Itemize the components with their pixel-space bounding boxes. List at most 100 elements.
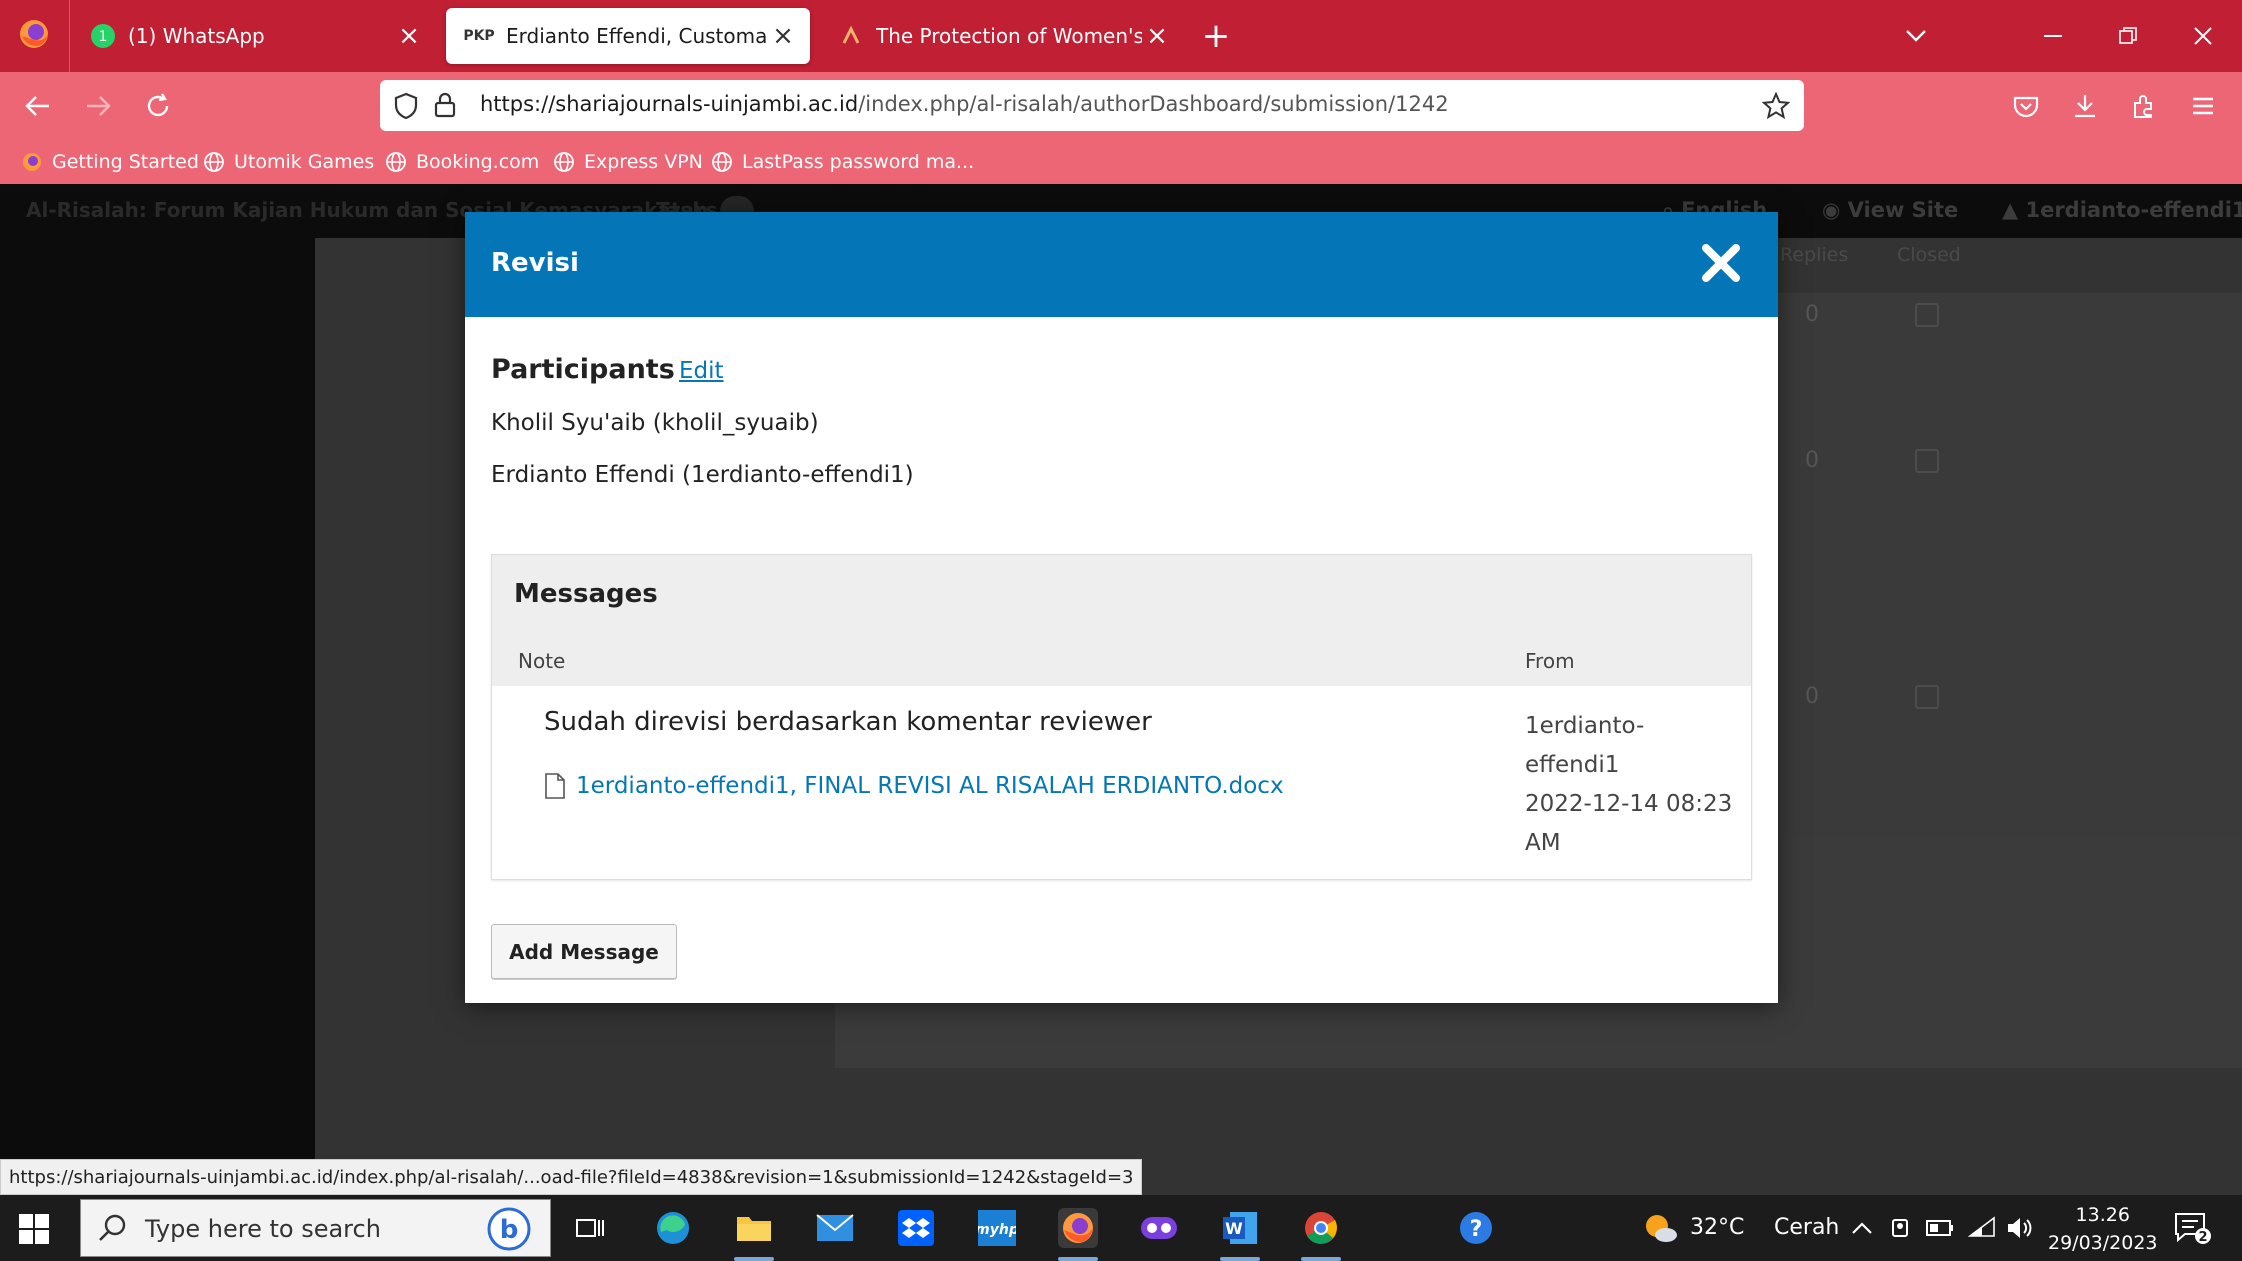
file-explorer-icon[interactable] [734, 1208, 774, 1248]
hp-smart-icon[interactable]: myhp [977, 1208, 1017, 1248]
notification-center-icon[interactable]: 2 [2172, 1208, 2212, 1248]
windows-start-icon[interactable] [18, 1213, 50, 1245]
firefox-taskbar-icon[interactable] [1058, 1208, 1098, 1248]
minimize-icon[interactable] [2030, 14, 2076, 58]
user-menu: ▲ 1erdianto-effendi1 [2002, 198, 2242, 222]
edge-icon[interactable] [653, 1208, 693, 1248]
journal-icon [838, 23, 864, 49]
message-from: 1erdianto- effendi1 2022-12-14 08:23 AM [1525, 707, 1735, 863]
pkp-icon: PKP [463, 28, 495, 44]
link-status-bar: https://shariajournals-uinjambi.ac.id/in… [0, 1159, 1143, 1195]
bookmark-getting-started[interactable]: Getting Started [20, 148, 199, 176]
forward-icon[interactable] [78, 86, 118, 126]
search-placeholder: Type here to search [145, 1215, 381, 1243]
clock-date: 29/03/2023 [2048, 1232, 2158, 1254]
tab-submission[interactable]: PKP Erdianto Effendi, Customary Set × [446, 8, 810, 64]
restore-icon[interactable] [2105, 14, 2151, 58]
help-icon[interactable]: ? [1456, 1208, 1496, 1248]
active-app-indicator [1058, 1257, 1098, 1261]
meet-now-icon[interactable] [1882, 1208, 1922, 1248]
weather-icon[interactable] [1640, 1208, 1680, 1248]
file-name: 1erdianto-effendi1, FINAL REVISI AL RISA… [576, 773, 1284, 799]
notification-count: 2 [2198, 1230, 2207, 1245]
close-icon[interactable] [1700, 242, 1742, 284]
closed-column-header: Closed [1897, 244, 1961, 266]
modal-title: Revisi [491, 248, 579, 278]
new-tab-button[interactable]: + [1196, 16, 1236, 56]
extensions-icon[interactable] [2124, 86, 2164, 126]
close-window-icon[interactable] [2180, 14, 2226, 58]
whatsapp-icon: 1 [90, 23, 116, 49]
chrome-icon[interactable] [1301, 1208, 1341, 1248]
tracking-protection-shield-icon[interactable] [394, 92, 418, 124]
bookmark-label: Express VPN [584, 151, 703, 173]
message-date: 2022-12-14 08:23 [1525, 791, 1733, 817]
weather-temperature[interactable]: 32°C [1690, 1215, 1744, 1240]
bookmark-express-vpn[interactable]: Express VPN [552, 148, 703, 176]
bookmark-booking-com[interactable]: Booking.com [384, 148, 539, 176]
edit-participants-link[interactable]: Edit [679, 358, 724, 384]
bing-icon[interactable]: b [486, 1206, 532, 1256]
active-app-indicator [1220, 1257, 1260, 1261]
search-icon [97, 1212, 129, 1248]
address-bar[interactable]: https://shariajournals-uinjambi.ac.id/in… [380, 80, 1804, 131]
game-controller-icon[interactable] [1139, 1208, 1179, 1248]
reload-icon[interactable] [138, 86, 178, 126]
show-hidden-icons-chevron-up-icon[interactable] [1842, 1208, 1882, 1248]
replies-count: 0 [1805, 684, 1819, 709]
globe-icon [552, 150, 576, 174]
bookmark-star-icon[interactable] [1761, 91, 1791, 124]
message-note: Sudah direvisi berdasarkan komentar revi… [544, 707, 1152, 737]
hamburger-menu-icon[interactable] [2183, 86, 2223, 126]
message-date: AM [1525, 830, 1561, 856]
lock-icon[interactable] [434, 92, 456, 122]
bookmark-utomik-games[interactable]: Utomik Games [202, 148, 374, 176]
word-icon[interactable]: W [1220, 1208, 1260, 1248]
tab-whatsapp[interactable]: 1 (1) WhatsApp × [72, 8, 436, 64]
from-column-header: From [1525, 649, 1575, 673]
volume-icon[interactable] [2000, 1208, 2040, 1248]
closed-checkbox [1915, 685, 1939, 709]
downloads-icon[interactable] [2065, 86, 2105, 126]
message-author: 1erdianto- [1525, 713, 1645, 739]
participants-heading: Participants [491, 354, 675, 385]
dropbox-icon[interactable] [896, 1208, 936, 1248]
weather-description[interactable]: Cerah [1774, 1215, 1839, 1240]
close-tab-icon[interactable]: × [394, 21, 424, 51]
tab-protection-of-womens-rights[interactable]: The Protection of Women's Rig × [820, 8, 1184, 64]
closed-checkbox [1915, 303, 1939, 327]
attached-file-link[interactable]: 1erdianto-effendi1, FINAL REVISI AL RISA… [544, 773, 1284, 799]
close-tab-icon[interactable]: × [1142, 21, 1172, 51]
bookmark-lastpass[interactable]: LastPass password ma... [710, 148, 974, 176]
active-app-indicator [1301, 1257, 1341, 1261]
taskbar-search-box[interactable]: Type here to search b [80, 1199, 551, 1257]
wifi-icon[interactable] [1962, 1208, 2002, 1248]
svg-text:myhp: myhp [978, 1222, 1016, 1238]
tab-title: The Protection of Women's Rig [876, 24, 1142, 48]
bookmark-label: Booking.com [416, 151, 540, 173]
back-icon[interactable] [18, 86, 58, 126]
firefox-menu-icon[interactable] [16, 16, 52, 52]
active-app-indicator [734, 1257, 774, 1261]
svg-text:?: ? [1470, 1217, 1483, 1242]
add-message-button[interactable]: Add Message [491, 924, 677, 979]
closed-checkbox [1915, 449, 1939, 473]
participant-item: Kholil Syu'aib (kholil_syuaib) [491, 410, 819, 436]
globe-icon [710, 150, 734, 174]
close-tab-icon[interactable]: × [768, 21, 798, 51]
replies-count: 0 [1805, 448, 1819, 473]
pocket-icon[interactable] [2006, 86, 2046, 126]
mail-icon[interactable] [815, 1208, 855, 1248]
battery-icon[interactable] [1920, 1208, 1960, 1248]
list-all-tabs-icon[interactable] [1893, 14, 1939, 58]
page-sidebar [0, 238, 315, 1195]
replies-count: 0 [1805, 302, 1819, 327]
note-column-header: Note [518, 649, 566, 673]
taskbar-clock[interactable]: 13.26 29/03/2023 [2048, 1201, 2158, 1257]
globe-icon [384, 150, 408, 174]
tab-title: (1) WhatsApp [128, 24, 265, 48]
bookmark-label: Getting Started [52, 151, 199, 173]
task-view-icon[interactable] [570, 1208, 610, 1248]
globe-icon [202, 150, 226, 174]
message-author: effendi1 [1525, 752, 1620, 778]
